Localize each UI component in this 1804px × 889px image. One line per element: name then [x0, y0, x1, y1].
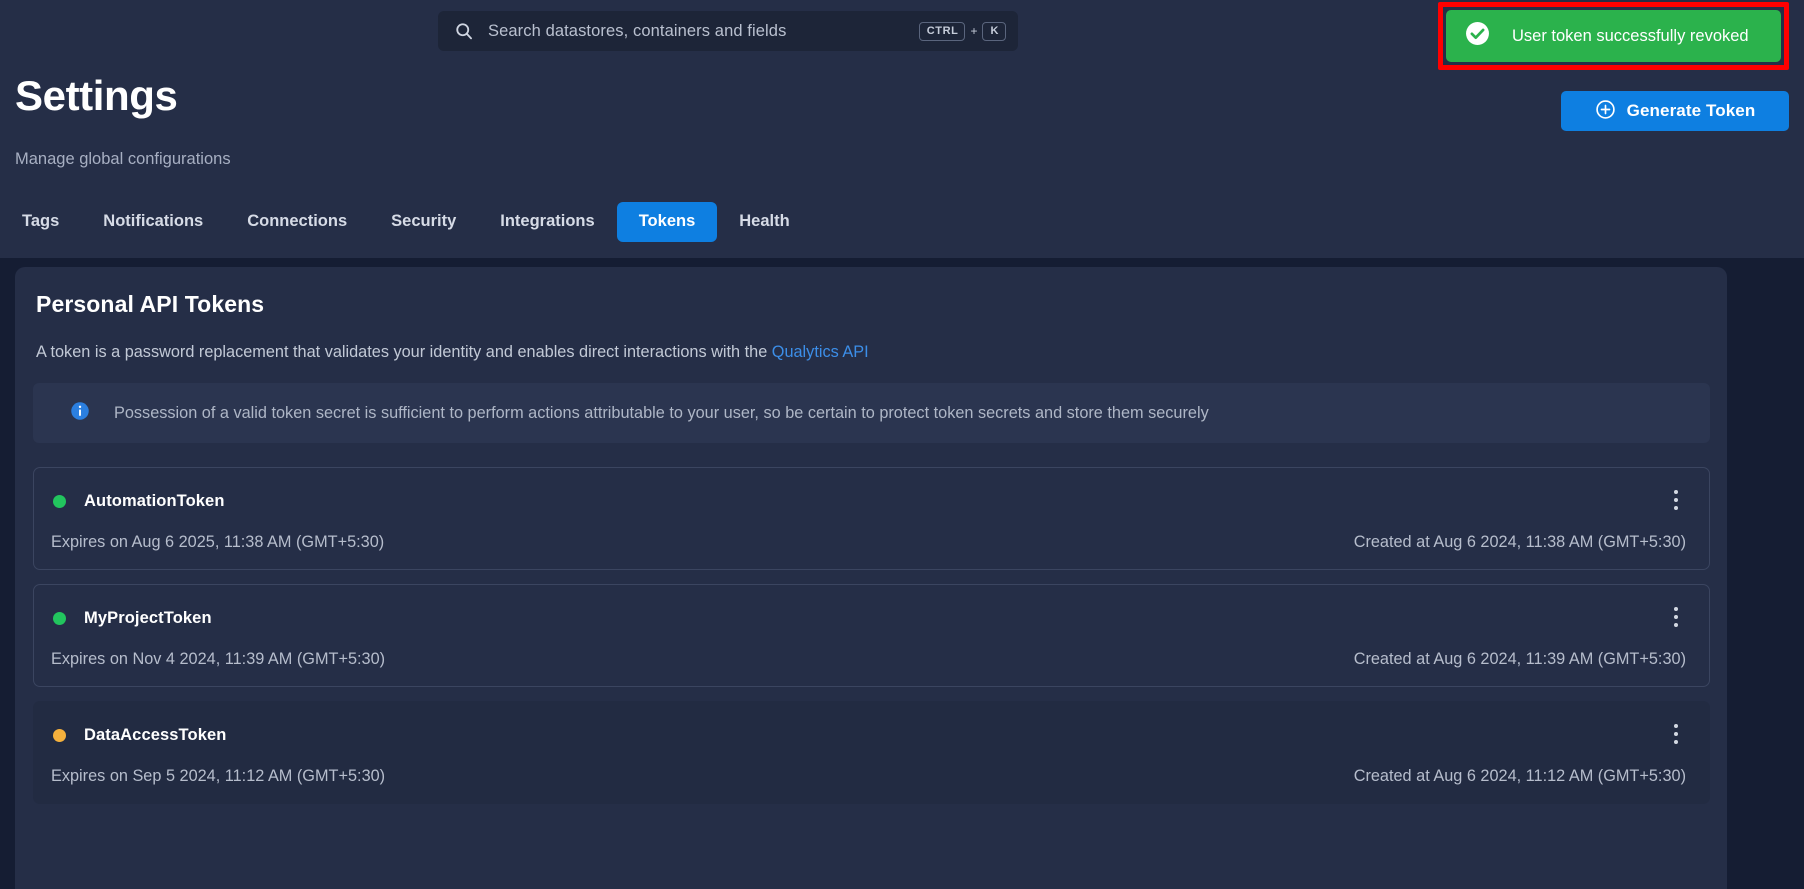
toast-message: User token successfully revoked	[1512, 26, 1749, 45]
kebab-menu-icon[interactable]	[1661, 483, 1691, 517]
status-dot-icon	[53, 612, 66, 625]
search-input-placeholder[interactable]: Search datastores, containers and fields	[488, 22, 919, 41]
generate-token-label: Generate Token	[1626, 101, 1756, 120]
search-shortcut-hint: CTRL + K	[918, 21, 1006, 41]
success-toast[interactable]: User token successfully revoked	[1446, 10, 1781, 62]
page-title: Settings	[15, 72, 178, 119]
kebab-dot	[1674, 615, 1678, 619]
kebab-dot	[1674, 498, 1678, 502]
check-circle-icon	[1465, 21, 1490, 51]
page-header: Search datastores, containers and fields…	[0, 0, 1804, 258]
token-name-group: DataAccessToken	[53, 726, 226, 745]
card-description-text: A token is a password replacement that v…	[36, 343, 772, 361]
token-name: DataAccessToken	[84, 726, 227, 744]
token-row[interactable]: MyProjectToken Expires on Nov 4 2024, 11:…	[33, 584, 1710, 687]
kebab-dot	[1674, 732, 1678, 736]
generate-token-button[interactable]: Generate Token	[1561, 91, 1789, 131]
settings-tabs: Tags Notifications Connections Security Inte…	[0, 200, 812, 244]
global-search-bar[interactable]: Search datastores, containers and fields…	[438, 11, 1018, 51]
page-subtitle: Manage global configurations	[15, 150, 231, 168]
token-row[interactable]: DataAccessToken Expires on Sep 5 2024, 11…	[33, 701, 1710, 804]
token-expiry-date: Expires on Nov 4 2024, 11:39 AM (GMT+5:3…	[51, 650, 386, 668]
status-dot-icon	[53, 495, 66, 508]
kebab-dot	[1674, 740, 1678, 744]
toast-highlight-annotation: User token successfully revoked	[1438, 2, 1789, 70]
tab-tokens[interactable]: Tokens	[616, 202, 718, 242]
qualytics-api-link[interactable]: Qualytics API	[772, 343, 869, 361]
settings-page: Search datastores, containers and fields…	[0, 0, 1804, 889]
token-name: AutomationToken	[84, 492, 225, 510]
kebab-dot	[1674, 724, 1678, 728]
token-name-group: AutomationToken	[53, 492, 225, 511]
card-title: Personal API Tokens	[36, 291, 265, 317]
token-name-group: MyProjectToken	[53, 609, 212, 628]
tab-tags[interactable]: Tags	[0, 202, 81, 242]
shortcut-plus: +	[970, 24, 978, 38]
token-created-date: Created at Aug 6 2024, 11:39 AM (GMT+5:3…	[1353, 650, 1686, 668]
token-created-date: Created at Aug 6 2024, 11:38 AM (GMT+5:3…	[1353, 533, 1686, 551]
tab-security[interactable]: Security	[369, 202, 478, 242]
kebab-menu-icon[interactable]	[1661, 717, 1691, 751]
tab-health[interactable]: Health	[717, 202, 811, 242]
personal-api-tokens-card: Personal API Tokens A token is a passwor…	[15, 267, 1727, 889]
token-expiry-date: Expires on Aug 6 2025, 11:38 AM (GMT+5:3…	[51, 533, 385, 551]
token-created-date: Created at Aug 6 2024, 11:12 AM (GMT+5:3…	[1353, 767, 1686, 785]
tab-notifications[interactable]: Notifications	[81, 202, 225, 242]
tab-connections[interactable]: Connections	[225, 202, 369, 242]
info-banner: Possession of a valid token secret is su…	[33, 383, 1710, 443]
kebab-dot	[1674, 506, 1678, 510]
kebab-menu-icon[interactable]	[1661, 600, 1691, 634]
token-name: MyProjectToken	[84, 609, 212, 627]
shortcut-key-k: K	[982, 21, 1006, 41]
token-expiry-date: Expires on Sep 5 2024, 11:12 AM (GMT+5:3…	[51, 767, 386, 785]
page-body: Personal API Tokens A token is a passwor…	[0, 258, 1804, 889]
status-dot-icon	[53, 729, 66, 742]
info-circle-icon	[70, 401, 90, 426]
card-description: A token is a password replacement that v…	[36, 343, 869, 362]
kebab-dot	[1674, 490, 1678, 494]
token-list: AutomationToken Expires on Aug 6 2025, 11…	[33, 467, 1710, 818]
tab-integrations[interactable]: Integrations	[478, 202, 616, 242]
info-banner-text: Possession of a valid token secret is su…	[114, 403, 1209, 422]
kebab-dot	[1674, 623, 1678, 627]
plus-circle-icon	[1595, 99, 1616, 123]
shortcut-key-ctrl: CTRL	[918, 21, 966, 41]
kebab-dot	[1674, 607, 1678, 611]
token-row[interactable]: AutomationToken Expires on Aug 6 2025, 11…	[33, 467, 1710, 570]
search-icon	[454, 21, 474, 41]
